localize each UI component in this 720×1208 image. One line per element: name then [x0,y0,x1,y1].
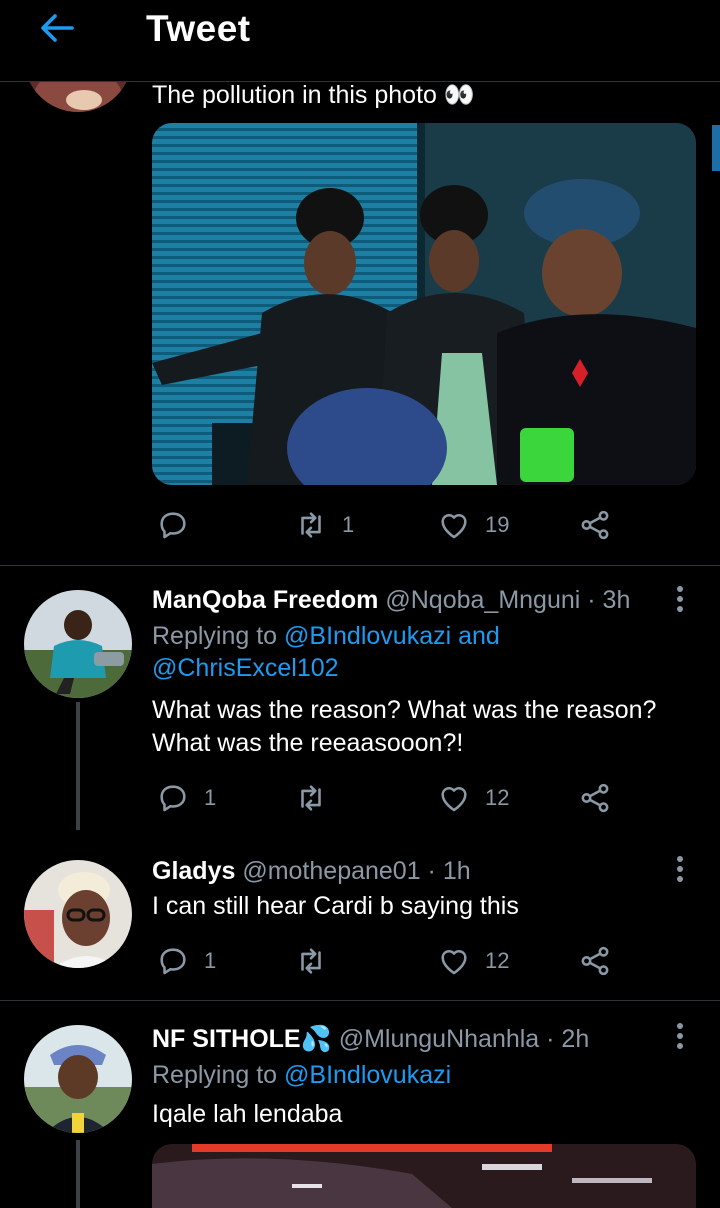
more-icon[interactable] [664,853,696,885]
replying-to: Replying to @BIndlovukazi and [152,620,500,653]
reply-count: 1 [204,785,217,810]
retweet-count: 1 [342,512,355,537]
like-count: 19 [485,512,510,537]
scrollbar[interactable] [712,125,720,171]
tweet-photo[interactable] [152,123,696,485]
share-icon [581,946,609,976]
display-name[interactable]: ManQoba Freedom [152,586,378,614]
retweet-button[interactable] [294,941,342,981]
mention-link[interactable]: @BIndlovukazi and [284,622,500,650]
like-count: 12 [485,785,510,810]
page-title: Tweet [146,8,251,49]
reply-count: 1 [204,948,217,973]
tweet-text: The pollution in this photo 👀 [152,81,475,109]
avatar[interactable] [24,590,132,698]
like-icon [441,949,467,975]
top-app-bar: Tweet [0,0,720,82]
tweet-text: I can still hear Cardi b saying this [152,892,519,920]
replying-to: Replying to @BIndlovukazi [152,1059,451,1092]
tweet-text: What was the reason? What was the reason… [152,696,657,724]
more-icon[interactable] [664,583,696,615]
tweet-photo[interactable] [152,1144,696,1208]
back-arrow-icon[interactable] [36,8,76,48]
mention-link[interactable]: @ChrisExcel102 [152,654,339,682]
display-name[interactable]: Gladys [152,857,235,885]
reply-button[interactable]: 1 [156,941,216,981]
thread-line [76,702,80,830]
reply-button[interactable] [156,505,204,545]
reply-icon [160,948,186,975]
share-button[interactable] [578,505,612,545]
retweet-icon [301,512,321,538]
share-button[interactable] [578,778,612,818]
replying-label: Replying to [152,622,285,650]
retweet-button[interactable] [294,778,342,818]
like-button[interactable]: 19 [437,505,509,545]
tweet-text: Iqale lah lendaba [152,1100,343,1128]
thread-line [76,1140,80,1208]
replying-to-continued: @ChrisExcel102 [152,652,339,685]
tweet-actions: 1 12 [152,778,622,818]
retweet-icon [301,948,321,974]
like-button[interactable]: 12 [437,941,509,981]
reply-icon [160,512,186,539]
avatar[interactable] [24,1025,132,1133]
reply-button[interactable]: 1 [156,778,216,818]
tweet-actions: 1 12 [152,941,622,981]
tweet-actions: 1 19 [152,505,622,545]
like-count: 12 [485,948,510,973]
reply-header: ManQoba Freedom @Nqoba_Mnguni · 3h [152,584,630,617]
reply-header: Gladys @mothepane01 · 1h [152,855,471,888]
handle-and-time: @MlunguNhanhla · 2h [338,1025,590,1053]
retweet-icon [301,785,321,811]
divider [0,565,720,566]
more-icon[interactable] [664,1020,696,1052]
like-button[interactable]: 12 [437,778,509,818]
share-button[interactable] [578,941,612,981]
mention-link[interactable]: @BIndlovukazi [284,1061,451,1089]
handle-and-time: @mothepane01 · 1h [242,857,471,885]
handle-and-time: @Nqoba_Mnguni · 3h [385,586,631,614]
tweet-text: What was the reeaasooon?! [152,729,464,757]
like-icon [441,786,467,812]
reply-icon [160,785,186,812]
display-name[interactable]: NF SITHOLE💦 [152,1025,332,1053]
avatar[interactable] [24,860,132,968]
share-icon [581,783,609,813]
reply-header: NF SITHOLE💦 @MlunguNhanhla · 2h [152,1023,589,1056]
retweet-button[interactable]: 1 [294,505,354,545]
share-icon [581,510,609,540]
like-icon [441,513,467,539]
divider [0,1000,720,1001]
replying-label: Replying to [152,1061,285,1089]
